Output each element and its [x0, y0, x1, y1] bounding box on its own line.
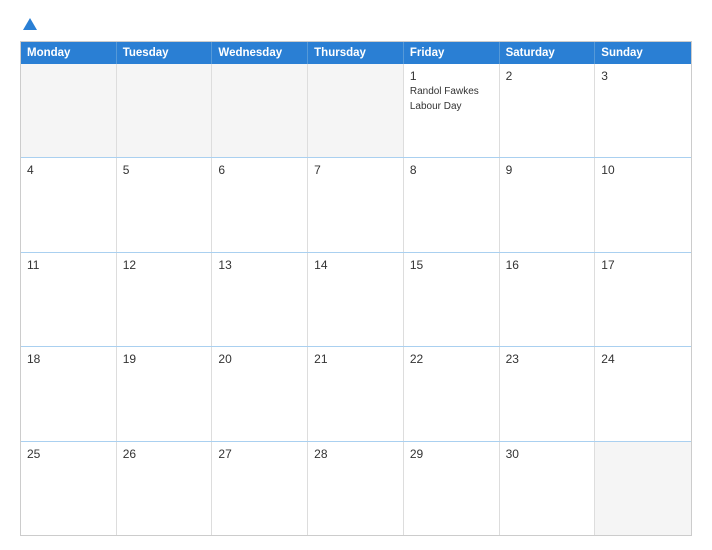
calendar-cell: 23 — [500, 347, 596, 440]
calendar-cell: 27 — [212, 442, 308, 535]
day-number: 22 — [410, 352, 493, 366]
calendar-cell: 4 — [21, 158, 117, 251]
day-number: 25 — [27, 447, 110, 461]
calendar-cell: 9 — [500, 158, 596, 251]
calendar-cell: 21 — [308, 347, 404, 440]
day-number: 26 — [123, 447, 206, 461]
calendar-cell: 10 — [595, 158, 691, 251]
logo-triangle-icon — [23, 18, 37, 30]
calendar-cell: 6 — [212, 158, 308, 251]
day-number: 15 — [410, 258, 493, 272]
calendar-cell: 24 — [595, 347, 691, 440]
weekday-header-thursday: Thursday — [308, 42, 404, 64]
weekday-header-wednesday: Wednesday — [212, 42, 308, 64]
day-number: 7 — [314, 163, 397, 177]
calendar-cell: 3 — [595, 64, 691, 157]
calendar-header: MondayTuesdayWednesdayThursdayFridaySatu… — [21, 42, 691, 64]
day-number: 20 — [218, 352, 301, 366]
weekday-header-tuesday: Tuesday — [117, 42, 213, 64]
day-number: 30 — [506, 447, 589, 461]
calendar-cell: 11 — [21, 253, 117, 346]
day-number: 19 — [123, 352, 206, 366]
calendar-event: Labour Day — [410, 100, 493, 113]
header — [20, 18, 692, 31]
day-number: 13 — [218, 258, 301, 272]
calendar-row-1: 1 Randol Fawkes Labour Day 23 — [21, 64, 691, 158]
day-number: 3 — [601, 69, 685, 83]
calendar-cell: 13 — [212, 253, 308, 346]
day-number: 28 — [314, 447, 397, 461]
calendar-row-2: 456789 10 — [21, 158, 691, 252]
calendar-cell: 28 — [308, 442, 404, 535]
weekday-header-monday: Monday — [21, 42, 117, 64]
calendar-cell: 8 — [404, 158, 500, 251]
day-number: 8 — [410, 163, 493, 177]
day-number: 17 — [601, 258, 685, 272]
calendar-cell: 25 — [21, 442, 117, 535]
day-number: 6 — [218, 163, 301, 177]
calendar-cell: 18 — [21, 347, 117, 440]
calendar-row-5: 25 26 27 28 29 30 — [21, 442, 691, 535]
calendar-grid: MondayTuesdayWednesdayThursdayFridaySatu… — [20, 41, 692, 536]
day-number: 4 — [27, 163, 110, 177]
calendar-cell — [117, 64, 213, 157]
weekday-header-friday: Friday — [404, 42, 500, 64]
calendar-event: Randol Fawkes — [410, 85, 493, 98]
calendar-cell: 12 — [117, 253, 213, 346]
logo — [20, 18, 37, 31]
day-number: 23 — [506, 352, 589, 366]
calendar-cell: 26 — [117, 442, 213, 535]
calendar-cell: 15 — [404, 253, 500, 346]
calendar-cell: 2 — [500, 64, 596, 157]
weekday-header-saturday: Saturday — [500, 42, 596, 64]
calendar-cell — [21, 64, 117, 157]
calendar-cell: 20 — [212, 347, 308, 440]
calendar-cell: 22 — [404, 347, 500, 440]
calendar-cell: 16 — [500, 253, 596, 346]
day-number: 2 — [506, 69, 589, 83]
calendar-page: MondayTuesdayWednesdayThursdayFridaySatu… — [0, 0, 712, 550]
day-number: 27 — [218, 447, 301, 461]
day-number: 10 — [601, 163, 685, 177]
calendar-cell: 29 — [404, 442, 500, 535]
weekday-header-sunday: Sunday — [595, 42, 691, 64]
calendar-cell: 30 — [500, 442, 596, 535]
day-number: 21 — [314, 352, 397, 366]
day-number: 11 — [27, 258, 110, 272]
day-number: 29 — [410, 447, 493, 461]
calendar-cell: 7 — [308, 158, 404, 251]
day-number: 12 — [123, 258, 206, 272]
day-number: 18 — [27, 352, 110, 366]
calendar-row-4: 18 19 20 21 22 23 24 — [21, 347, 691, 441]
calendar-row-3: 11 12 13 14 15 16 17 — [21, 253, 691, 347]
day-number: 24 — [601, 352, 685, 366]
day-number: 5 — [123, 163, 206, 177]
calendar-cell: 5 — [117, 158, 213, 251]
calendar-cell — [595, 442, 691, 535]
calendar-cell — [212, 64, 308, 157]
calendar-cell: 19 — [117, 347, 213, 440]
day-number: 1 — [410, 69, 493, 83]
day-number: 16 — [506, 258, 589, 272]
calendar-cell: 17 — [595, 253, 691, 346]
day-number: 14 — [314, 258, 397, 272]
calendar-cell — [308, 64, 404, 157]
calendar-cell: 1 Randol Fawkes Labour Day — [404, 64, 500, 157]
calendar-cell: 14 — [308, 253, 404, 346]
day-number: 9 — [506, 163, 589, 177]
calendar-body: 1 Randol Fawkes Labour Day 23 456789 10 11 12 13… — [21, 64, 691, 535]
